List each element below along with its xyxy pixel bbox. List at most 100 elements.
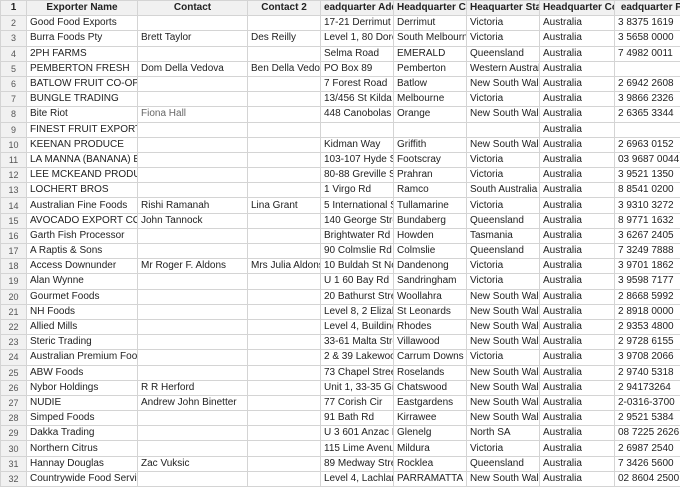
cell[interactable]: 103-107 Hyde St (320, 151, 394, 169)
row-number[interactable]: 9 (0, 121, 27, 138)
cell[interactable] (247, 364, 321, 381)
cell[interactable]: 17-21 Derrimut D (320, 15, 394, 32)
cell[interactable]: Ramco (393, 182, 467, 199)
row-number-1[interactable]: 1 (0, 0, 27, 17)
cell[interactable] (247, 212, 321, 229)
cell[interactable] (137, 349, 248, 366)
cell[interactable]: 448 Canobolas R (320, 106, 394, 123)
cell[interactable] (137, 440, 248, 457)
row-number[interactable]: 7 (0, 91, 27, 108)
cell[interactable]: Kidman Way (320, 136, 394, 153)
cell[interactable]: New South Wales (466, 106, 540, 123)
cell[interactable] (247, 303, 321, 320)
row-number[interactable]: 2 (0, 15, 27, 32)
cell[interactable]: Unit 1, 33-35 Gib (320, 379, 394, 396)
cell[interactable] (137, 167, 248, 184)
cell[interactable]: 2 9353 4800 (614, 318, 680, 336)
cell[interactable]: Eastgardens (393, 394, 467, 412)
cell[interactable] (247, 182, 321, 199)
cell[interactable]: Countrywide Food Service (26, 470, 138, 488)
cell[interactable]: 80-88 Greville St (320, 167, 394, 184)
cell[interactable]: 20 Bathurst Stre (320, 288, 394, 305)
cell[interactable]: 33-61 Malta Stre (320, 334, 394, 351)
cell[interactable]: New South Wales (466, 334, 540, 351)
cell[interactable]: 3 6267 2405 (614, 227, 680, 245)
cell[interactable]: Australian Fine Foods (26, 197, 138, 214)
cell[interactable]: U 1 60 Bay Rd (320, 273, 394, 290)
cell[interactable]: Carrum Downs (393, 349, 467, 366)
cell[interactable]: Australia (539, 212, 615, 229)
cell[interactable]: ABW Foods (26, 364, 138, 381)
cell[interactable]: Batlow (393, 75, 467, 93)
cell[interactable]: Howden (393, 227, 467, 245)
cell[interactable]: 13/456 St Kilda R (320, 91, 394, 108)
cell[interactable]: Good Food Exports (26, 15, 138, 32)
cell[interactable]: Australia (539, 273, 615, 290)
cell[interactable]: Victoria (466, 197, 540, 214)
cell[interactable]: Prahran (393, 167, 467, 184)
cell[interactable]: Australia (539, 379, 615, 396)
cell[interactable]: Australia (539, 288, 615, 305)
cell[interactable]: Mildura (393, 440, 467, 457)
cell[interactable]: Australia (539, 470, 615, 488)
cell[interactable]: Gourmet Foods (26, 288, 138, 305)
cell[interactable]: John Tannock (137, 212, 248, 229)
cell[interactable]: 2 6987 2540 (614, 440, 680, 457)
cell[interactable] (137, 318, 248, 336)
cell[interactable] (137, 273, 248, 290)
row-number[interactable]: 5 (0, 60, 27, 77)
cell[interactable]: 3 8375 1619 (614, 15, 680, 32)
cell[interactable]: Rishi Ramanah (137, 197, 248, 214)
cell[interactable]: Woollahra (393, 288, 467, 305)
cell[interactable]: Australia (539, 45, 615, 62)
cell[interactable]: A Raptis & Sons (26, 242, 138, 260)
cell[interactable]: Sandringham (393, 273, 467, 290)
cell[interactable]: Australia (539, 455, 615, 472)
cell[interactable]: Victoria (466, 151, 540, 169)
row-number[interactable]: 29 (0, 425, 27, 442)
cell[interactable]: Access Downunder (26, 258, 138, 275)
cell[interactable]: 3 5658 0000 (614, 30, 680, 47)
cell[interactable]: Footscray (393, 151, 467, 169)
cell[interactable] (247, 288, 321, 305)
cell[interactable] (137, 227, 248, 245)
cell[interactable] (137, 288, 248, 305)
cell[interactable] (247, 455, 321, 472)
row-number[interactable]: 14 (0, 197, 27, 214)
cell[interactable]: Australia (539, 425, 615, 442)
cell[interactable]: 2PH FARMS (26, 45, 138, 62)
cell[interactable]: Western Australia (466, 60, 540, 77)
cell[interactable] (614, 121, 680, 138)
cell[interactable]: 3 9708 2066 (614, 349, 680, 366)
cell[interactable] (247, 440, 321, 457)
cell[interactable]: 2 & 39 Lakewood (320, 349, 394, 366)
row-number[interactable]: 22 (0, 318, 27, 336)
cell[interactable]: 2-0316-3700 (614, 394, 680, 412)
cell[interactable]: 2 6963 0152 (614, 136, 680, 153)
cell[interactable] (247, 167, 321, 184)
cell[interactable]: 77 Corish Cir (320, 394, 394, 412)
cell[interactable]: Australia (539, 394, 615, 412)
cell[interactable]: Australia (539, 258, 615, 275)
cell[interactable]: Pemberton (393, 60, 467, 77)
cell[interactable]: Australia (539, 334, 615, 351)
cell[interactable]: Ben Della Vedova (247, 60, 321, 77)
cell[interactable]: Australia (539, 121, 615, 138)
cell[interactable] (247, 470, 321, 488)
cell[interactable] (137, 121, 248, 138)
cell[interactable]: LEE MCKEAND PRODUCE (26, 167, 138, 184)
cell[interactable] (247, 106, 321, 123)
cell[interactable]: Level 8, 2 Elizab (320, 303, 394, 320)
cell[interactable] (137, 182, 248, 199)
cell[interactable]: Alan Wynne (26, 273, 138, 290)
cell[interactable] (137, 303, 248, 320)
cell[interactable]: 8 8541 0200 (614, 182, 680, 199)
cell[interactable]: Brett Taylor (137, 30, 248, 47)
cell[interactable]: 3 9866 2326 (614, 91, 680, 108)
cell[interactable]: Steric Trading (26, 334, 138, 351)
cell[interactable] (137, 334, 248, 351)
cell[interactable]: New South Wales (466, 364, 540, 381)
column-header-address[interactable]: eadquarter Addre (320, 0, 394, 17)
cell[interactable]: 2 6942 2608 (614, 75, 680, 93)
cell[interactable]: Australia (539, 242, 615, 260)
